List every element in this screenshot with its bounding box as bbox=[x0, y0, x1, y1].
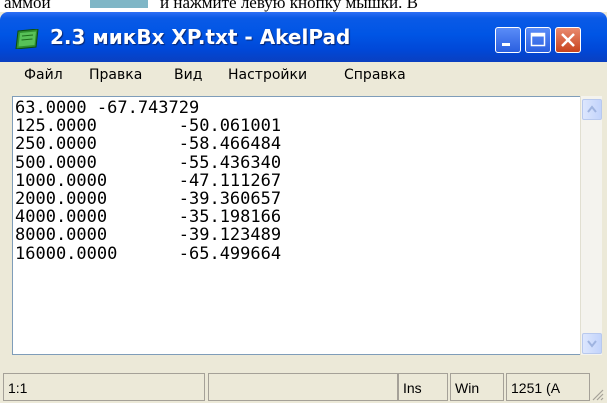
window-title: 2.3 микВх XP.txt - AkelPad bbox=[50, 25, 351, 49]
resize-grip-icon[interactable] bbox=[590, 387, 604, 401]
scroll-down-button[interactable] bbox=[582, 333, 602, 354]
editor-line: 500.0000 -55.436340 bbox=[15, 152, 282, 173]
status-insert-mode[interactable]: Ins bbox=[398, 373, 448, 401]
status-empty-pane bbox=[208, 373, 398, 401]
menu-bar: Файл Правка Вид Настройки Справка bbox=[4, 64, 603, 88]
editor-line: 250.0000 -58.466484 bbox=[15, 134, 282, 155]
scroll-up-button[interactable] bbox=[582, 99, 602, 120]
akelpad-window: 2.3 микВх XP.txt - AkelPad Файл Правка В… bbox=[0, 12, 607, 403]
app-icon bbox=[15, 29, 39, 49]
background-thumbnail bbox=[90, 0, 148, 8]
status-newline-format[interactable]: Win bbox=[450, 373, 504, 401]
menu-help[interactable]: Справка bbox=[344, 67, 406, 83]
status-codepage[interactable]: 1251 (A bbox=[506, 373, 590, 401]
minimize-icon bbox=[502, 43, 510, 46]
close-button[interactable] bbox=[555, 27, 581, 53]
editor-line: 8000.0000 -39.123489 bbox=[15, 225, 282, 246]
menu-file[interactable]: Файл bbox=[24, 67, 63, 83]
editor-line: 125.0000 -50.061001 bbox=[15, 116, 282, 137]
editor-line: 63.0000 -67.743729 bbox=[15, 98, 200, 118]
editor-content[interactable]: 63.0000 -67.743729 125.0000 -50.061001 250… bbox=[15, 99, 281, 263]
background-text-left: аммой bbox=[4, 0, 51, 12]
status-bar: 1:1 Ins Win 1251 (A bbox=[0, 369, 607, 403]
close-icon bbox=[561, 33, 575, 47]
menu-settings[interactable]: Настройки bbox=[228, 67, 307, 83]
editor-line: 1000.0000 -47.111267 bbox=[15, 170, 282, 191]
menu-edit[interactable]: Правка bbox=[89, 67, 142, 83]
text-editor[interactable]: 63.0000 -67.743729 125.0000 -50.061001 250… bbox=[12, 96, 581, 355]
maximize-button[interactable] bbox=[525, 27, 551, 53]
scroll-down-icon bbox=[587, 340, 597, 348]
scroll-up-icon bbox=[587, 105, 597, 113]
minimize-button[interactable] bbox=[495, 27, 521, 53]
background-text-right: и нажмите левую кнопку мышки. В bbox=[160, 0, 418, 12]
vertical-scrollbar[interactable] bbox=[580, 96, 602, 355]
editor-line: 4000.0000 -35.198166 bbox=[15, 207, 282, 228]
menu-view[interactable]: Вид bbox=[174, 67, 202, 83]
editor-line: 16000.0000 -65.499664 bbox=[15, 243, 282, 264]
maximize-icon bbox=[530, 32, 546, 47]
editor-line: 2000.0000 -39.360657 bbox=[15, 189, 282, 210]
status-cursor-position: 1:1 bbox=[3, 373, 205, 401]
title-bar[interactable]: 2.3 микВх XP.txt - AkelPad bbox=[0, 12, 607, 62]
